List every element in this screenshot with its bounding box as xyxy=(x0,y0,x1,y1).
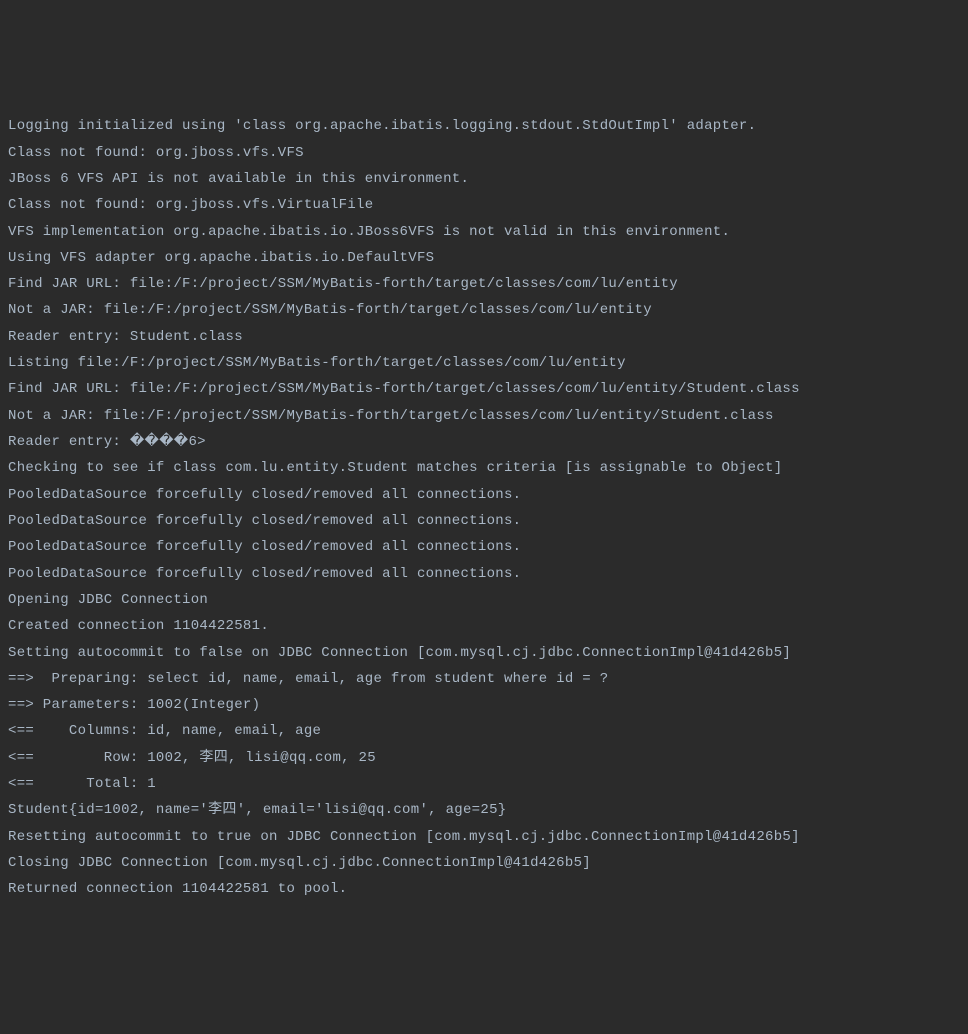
log-line: Resetting autocommit to true on JDBC Con… xyxy=(8,824,960,850)
log-line: PooledDataSource forcefully closed/remov… xyxy=(8,482,960,508)
log-line: VFS implementation org.apache.ibatis.io.… xyxy=(8,219,960,245)
log-line: Checking to see if class com.lu.entity.S… xyxy=(8,455,960,481)
log-line: Reader entry: Student.class xyxy=(8,324,960,350)
console-output: Logging initialized using 'class org.apa… xyxy=(8,113,960,902)
log-line: Find JAR URL: file:/F:/project/SSM/MyBat… xyxy=(8,376,960,402)
log-line: Class not found: org.jboss.vfs.VirtualFi… xyxy=(8,192,960,218)
log-line: <== Row: 1002, 李四, lisi@qq.com, 25 xyxy=(8,745,960,771)
log-line: Not a JAR: file:/F:/project/SSM/MyBatis-… xyxy=(8,297,960,323)
log-line: Created connection 1104422581. xyxy=(8,613,960,639)
log-line: Class not found: org.jboss.vfs.VFS xyxy=(8,140,960,166)
log-line: Returned connection 1104422581 to pool. xyxy=(8,876,960,902)
log-line: Opening JDBC Connection xyxy=(8,587,960,613)
log-line: ==> Parameters: 1002(Integer) xyxy=(8,692,960,718)
log-line: ==> Preparing: select id, name, email, a… xyxy=(8,666,960,692)
log-line: Logging initialized using 'class org.apa… xyxy=(8,113,960,139)
log-line: Closing JDBC Connection [com.mysql.cj.jd… xyxy=(8,850,960,876)
log-line: Setting autocommit to false on JDBC Conn… xyxy=(8,640,960,666)
log-line: PooledDataSource forcefully closed/remov… xyxy=(8,534,960,560)
log-line: PooledDataSource forcefully closed/remov… xyxy=(8,561,960,587)
log-line: Using VFS adapter org.apache.ibatis.io.D… xyxy=(8,245,960,271)
log-line: Find JAR URL: file:/F:/project/SSM/MyBat… xyxy=(8,271,960,297)
log-line: Listing file:/F:/project/SSM/MyBatis-for… xyxy=(8,350,960,376)
log-line: Not a JAR: file:/F:/project/SSM/MyBatis-… xyxy=(8,403,960,429)
log-line: <== Columns: id, name, email, age xyxy=(8,718,960,744)
log-line: Reader entry: ����6> xyxy=(8,429,960,455)
log-line: JBoss 6 VFS API is not available in this… xyxy=(8,166,960,192)
log-line: Student{id=1002, name='李四', email='lisi@… xyxy=(8,797,960,823)
log-line: <== Total: 1 xyxy=(8,771,960,797)
log-line: PooledDataSource forcefully closed/remov… xyxy=(8,508,960,534)
